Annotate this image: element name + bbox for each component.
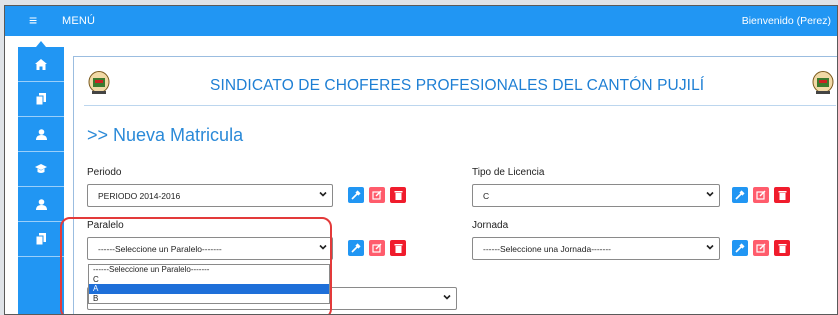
union-logo-left xyxy=(88,71,110,94)
jornada-add-button[interactable] xyxy=(732,240,748,256)
sidebar-item-copy[interactable] xyxy=(18,82,64,117)
main-content-panel: SINDICATO DE CHOFERES PROFESIONALES DEL … xyxy=(73,56,837,314)
tipo-licencia-selected-value: C xyxy=(483,190,490,201)
chevron-down-icon xyxy=(443,294,451,300)
user-icon xyxy=(35,128,47,140)
chevron-down-icon xyxy=(706,244,714,250)
paralelo-option-a[interactable]: A xyxy=(89,284,329,294)
tools-icon xyxy=(735,190,745,200)
paralelo-option-c[interactable]: C xyxy=(89,275,329,285)
sidebar xyxy=(18,41,64,314)
chevron-down-icon xyxy=(319,244,327,250)
tools-icon xyxy=(735,243,745,253)
tipo-licencia-delete-button[interactable] xyxy=(774,187,790,203)
app-window: ≡ MENÚ Bienvenido (Perez) SINDICATO DE C… xyxy=(4,5,838,315)
sidebar-item-files[interactable] xyxy=(18,222,64,257)
hamburger-menu-icon[interactable]: ≡ xyxy=(29,13,37,27)
tipo-licencia-edit-button[interactable] xyxy=(753,187,769,203)
graduation-icon xyxy=(35,163,47,173)
paralelo-option-b[interactable]: B xyxy=(89,294,329,304)
paralelo-edit-button[interactable] xyxy=(369,240,385,256)
home-icon xyxy=(35,58,47,70)
top-navbar: ≡ MENÚ Bienvenido (Perez) xyxy=(5,6,837,36)
paralelo-delete-button[interactable] xyxy=(390,240,406,256)
tipo-licencia-add-button[interactable] xyxy=(732,187,748,203)
periodo-delete-button[interactable] xyxy=(390,187,406,203)
tipo-licencia-select[interactable]: C xyxy=(472,184,720,207)
sidebar-item-user-plus[interactable] xyxy=(18,187,64,222)
files-icon xyxy=(36,233,46,245)
trash-icon xyxy=(394,244,402,253)
sidebar-item-graduation[interactable] xyxy=(18,152,64,187)
tools-icon xyxy=(351,243,361,253)
header-divider xyxy=(84,105,836,106)
jornada-label: Jornada xyxy=(472,220,509,231)
periodo-select[interactable]: PERIODO 2014-2016 xyxy=(87,184,333,207)
form-title: >> Nueva Matricula xyxy=(87,125,244,145)
edit-icon xyxy=(756,243,766,253)
chevron-down-icon xyxy=(706,191,714,197)
jornada-delete-button[interactable] xyxy=(774,240,790,256)
trash-icon xyxy=(394,191,402,200)
page-header-title: SINDICATO DE CHOFERES PROFESIONALES DEL … xyxy=(210,77,705,94)
periodo-label: Periodo xyxy=(87,167,122,178)
jornada-edit-button[interactable] xyxy=(753,240,769,256)
trash-icon xyxy=(778,191,786,200)
tools-icon xyxy=(351,190,361,200)
periodo-selected-value: PERIODO 2014-2016 xyxy=(98,190,181,201)
edit-icon xyxy=(372,243,382,253)
copy-icon xyxy=(36,93,46,105)
welcome-user-text[interactable]: Bienvenido (Perez) xyxy=(742,15,831,27)
trash-icon xyxy=(778,244,786,253)
sidebar-item-home[interactable] xyxy=(18,47,64,82)
edit-icon xyxy=(372,190,382,200)
edit-icon xyxy=(756,190,766,200)
paralelo-label: Paralelo xyxy=(87,220,124,231)
tipo-licencia-label: Tipo de Licencia xyxy=(472,167,545,178)
paralelo-add-button[interactable] xyxy=(348,240,364,256)
jornada-selected-value: ------Seleccione una Jornada------- xyxy=(483,243,612,254)
paralelo-selected-value: ------Seleccione un Paralelo------- xyxy=(98,243,222,254)
paralelo-select[interactable]: ------Seleccione un Paralelo------- xyxy=(87,237,333,260)
periodo-edit-button[interactable] xyxy=(369,187,385,203)
paralelo-option-placeholder[interactable]: ------Seleccione un Paralelo------- xyxy=(89,265,329,275)
jornada-select[interactable]: ------Seleccione una Jornada------- xyxy=(472,237,720,260)
menu-label[interactable]: MENÚ xyxy=(62,15,95,27)
periodo-add-button[interactable] xyxy=(348,187,364,203)
union-logo-right xyxy=(812,71,834,94)
paralelo-dropdown-list: ------Seleccione un Paralelo------- C A … xyxy=(88,264,330,304)
user-plus-icon xyxy=(35,198,47,210)
sidebar-item-user[interactable] xyxy=(18,117,64,152)
chevron-down-icon xyxy=(319,191,327,197)
